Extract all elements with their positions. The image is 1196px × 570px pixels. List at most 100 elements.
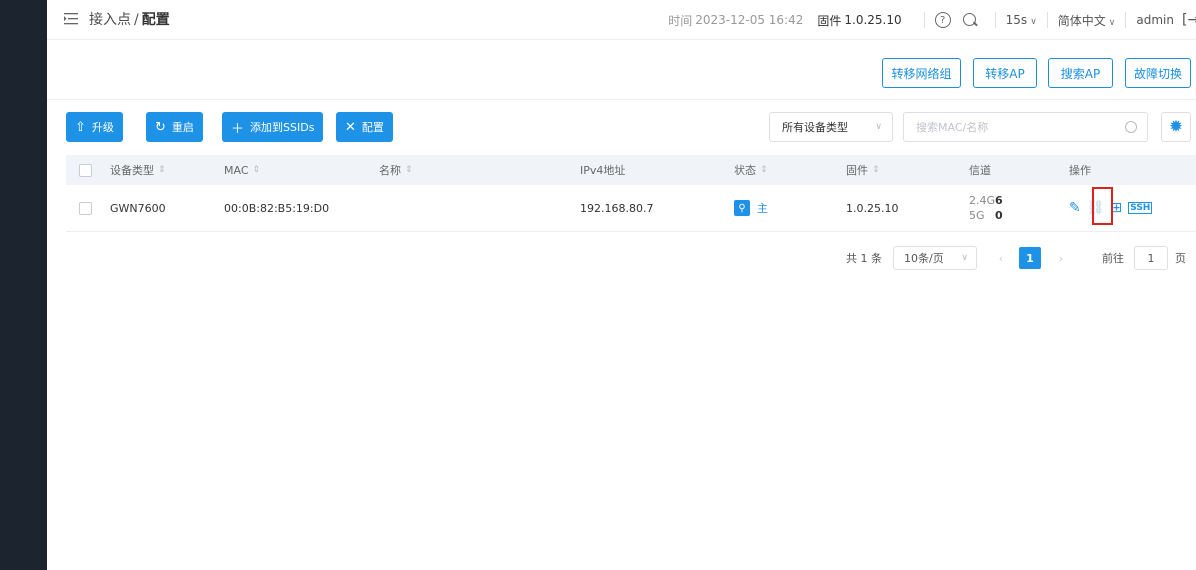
chevron-right-icon: ›	[1058, 251, 1064, 265]
upgrade-label: 升级	[91, 121, 114, 134]
column-settings-button[interactable]: ✹	[1161, 112, 1191, 142]
chevron-left-icon: ‹	[998, 251, 1004, 265]
header-channel-label: 信道	[969, 164, 991, 177]
row-status-text: 主	[757, 202, 768, 215]
table-header: 设备类型 ⇕ MAC ⇕ 名称 ⇕ IPv4地址 状态 ⇕ 固件 ⇕ 信道 操作	[66, 155, 1196, 185]
language-dropdown[interactable]: 简体中文 ∨	[1058, 12, 1116, 29]
time-value: 2023-12-05 16:42	[695, 13, 804, 27]
master-ap-icon: ⚲	[734, 200, 750, 216]
user-name[interactable]: admin	[1136, 13, 1174, 27]
row-status: ⚲ 主	[734, 185, 768, 231]
firmware-label: 固件	[817, 13, 842, 28]
sort-icon: ⇕	[872, 165, 880, 175]
pagination: 共 1 条 10条/页 ∨ ‹ 1 › 前往 1 页	[0, 246, 1196, 270]
action-bar: 转移网络组 转移AP 搜索AP 故障切换	[47, 40, 1196, 100]
channel-5g-value: 0	[995, 209, 1003, 222]
refresh-interval-value: 15s	[1005, 13, 1028, 27]
header-actions: 操作	[1069, 155, 1091, 185]
header-firmware[interactable]: 固件 ⇕	[846, 155, 880, 185]
device-type-value: 所有设备类型	[782, 121, 848, 134]
reboot-label: 重启	[171, 121, 194, 134]
toolbar: ⇧ 升级 ↻ 重启 ＋ 添加到SSIDs ✕ 配置 所有设备类型 ∨ 搜索MAC/名称 ✹	[47, 100, 1196, 155]
sort-icon: ⇕	[158, 165, 166, 175]
transfer-network-group-button[interactable]: 转移网络组	[882, 58, 961, 88]
breadcrumb-parent[interactable]: 接入点	[89, 12, 131, 28]
highlight-box	[1092, 187, 1113, 225]
search-icon[interactable]	[961, 11, 979, 29]
add-to-ssids-button[interactable]: ＋ 添加到SSIDs	[222, 112, 324, 142]
reboot-button[interactable]: ↻ 重启	[146, 112, 203, 142]
sort-icon: ⇕	[760, 165, 768, 175]
row-ipv4[interactable]: 192.168.80.7	[580, 185, 653, 231]
help-icon[interactable]: ?	[934, 12, 951, 28]
logout-icon[interactable]: [→	[1182, 12, 1196, 28]
prev-page-button[interactable]: ‹	[989, 246, 1013, 270]
header-status-label: 状态	[734, 164, 756, 177]
divider	[1125, 12, 1127, 28]
channel-24g-value: 6	[995, 194, 1003, 207]
menu-toggle-icon[interactable]	[64, 12, 78, 26]
search-input[interactable]: 搜索MAC/名称	[903, 112, 1148, 142]
pagination-total: 共 1 条	[846, 252, 882, 265]
header-name-label: 名称	[379, 164, 401, 177]
header-device-type[interactable]: 设备类型 ⇕	[110, 155, 166, 185]
top-bar: 接入点 / 配置 时间 2023-12-05 16:42 固件 1.0.25.10 …	[47, 0, 1196, 40]
goto-suffix: 页	[1175, 252, 1186, 265]
row-device-type: GWN7600	[110, 201, 166, 215]
plus-icon: ＋	[231, 121, 245, 137]
search-placeholder: 搜索MAC/名称	[916, 121, 989, 134]
row-checkbox[interactable]	[79, 185, 92, 231]
divider	[923, 12, 925, 28]
next-page-button[interactable]: ›	[1049, 246, 1073, 270]
page-button[interactable]: 1	[1019, 247, 1041, 269]
channel-5g-label: 5G	[969, 209, 985, 222]
header-mac-label: MAC	[224, 163, 249, 177]
refresh-interval-dropdown[interactable]: 15s ∨	[1006, 13, 1037, 27]
chevron-down-icon: ∨	[961, 253, 968, 263]
select-all-checkbox[interactable]	[79, 155, 92, 185]
page-size-select[interactable]: 10条/页 ∨	[893, 246, 977, 270]
chevron-down-icon: ∨	[875, 122, 882, 132]
add-to-ssids-label: 添加到SSIDs	[250, 121, 315, 134]
header-mac[interactable]: MAC ⇕	[224, 155, 260, 185]
configure-button[interactable]: ✕ 配置	[336, 112, 393, 142]
channel-24g-label: 2.4G	[969, 194, 996, 207]
upload-cloud-icon: ⇧	[75, 119, 86, 135]
search-ap-button[interactable]: 搜索AP	[1048, 58, 1113, 88]
tools-icon: ✕	[345, 119, 356, 135]
row-channel: 2.4G6 5G 0	[969, 185, 1003, 231]
chevron-down-icon: ∨	[1030, 17, 1037, 27]
time-label: 时间	[668, 13, 693, 28]
ap-table: 设备类型 ⇕ MAC ⇕ 名称 ⇕ IPv4地址 状态 ⇕ 固件 ⇕ 信道 操作 GWN7…	[66, 155, 1196, 232]
device-type-select[interactable]: 所有设备类型 ∨	[769, 112, 893, 142]
page-size-value: 10条/页	[904, 252, 944, 265]
upgrade-button[interactable]: ⇧ 升级	[66, 112, 123, 142]
chevron-down-icon: ∨	[1108, 17, 1116, 28]
configure-label: 配置	[361, 121, 384, 134]
goto-page-input[interactable]: 1	[1134, 246, 1168, 270]
breadcrumb: 接入点 / 配置	[89, 9, 170, 29]
language-value: 简体中文	[1057, 13, 1106, 28]
refresh-icon: ↻	[155, 119, 166, 135]
header-ipv4: IPv4地址	[580, 155, 625, 185]
divider	[1046, 12, 1048, 28]
goto-label: 前往	[1102, 252, 1124, 265]
breadcrumb-separator: /	[134, 12, 139, 28]
transfer-ap-button[interactable]: 转移AP	[973, 58, 1037, 88]
row-firmware: 1.0.25.10	[846, 201, 899, 215]
header-ipv4-label: IPv4地址	[580, 164, 626, 177]
breadcrumb-current: 配置	[141, 12, 170, 28]
ssh-icon[interactable]: SSH	[1128, 202, 1153, 214]
sidebar-tooltip-shadow	[0, 0, 47, 570]
search-icon	[1125, 121, 1137, 133]
firmware-value: 1.0.25.10	[844, 13, 902, 27]
edit-icon[interactable]: ✎	[1069, 200, 1081, 216]
header-device-type-label: 设备类型	[110, 164, 154, 177]
header-channel: 信道	[969, 155, 991, 185]
sort-icon: ⇕	[252, 165, 261, 175]
row-actions: ✎ ⛓ ⊞ SSH	[1069, 185, 1158, 231]
header-status[interactable]: 状态 ⇕	[734, 155, 768, 185]
table-row[interactable]: GWN7600 00:0B:82:B5:19:D0 192.168.80.7 ⚲…	[66, 185, 1196, 232]
failover-button[interactable]: 故障切换	[1125, 58, 1191, 88]
header-name[interactable]: 名称 ⇕	[379, 155, 413, 185]
